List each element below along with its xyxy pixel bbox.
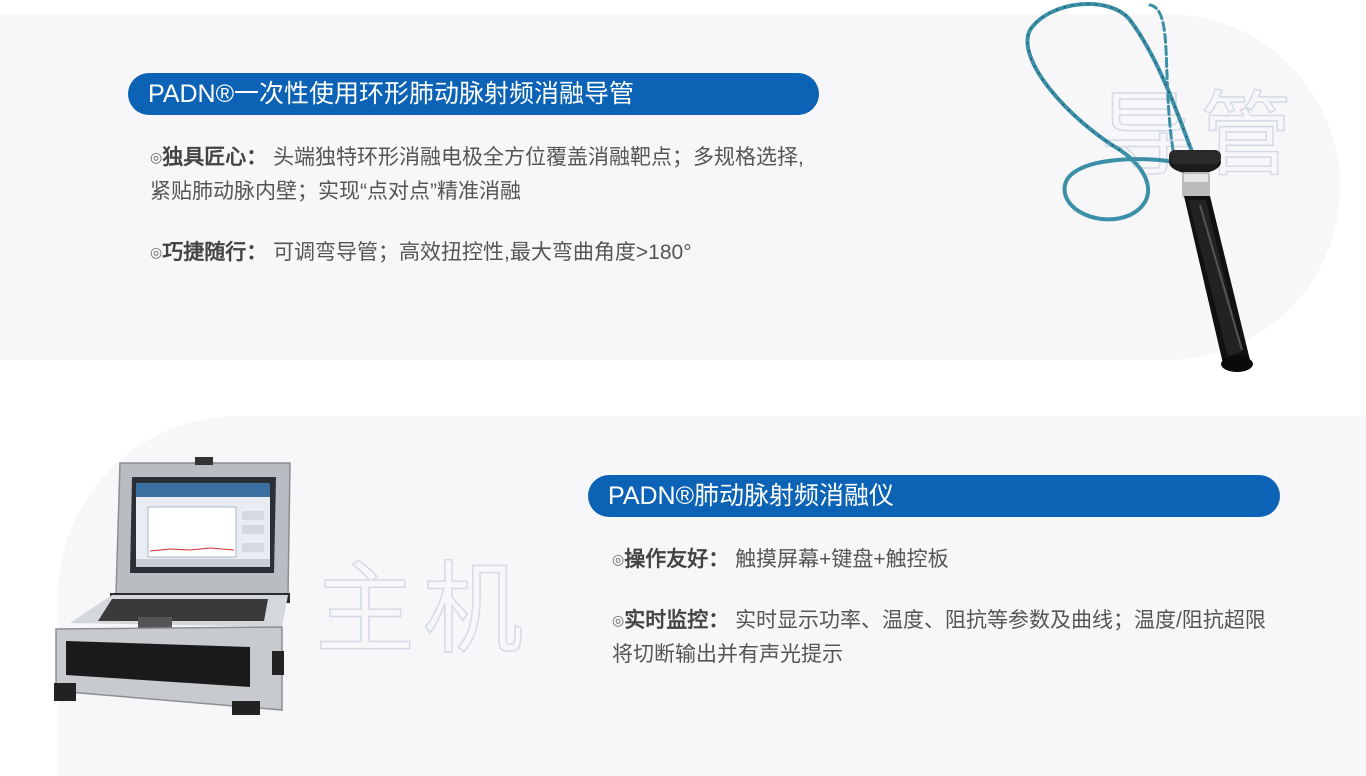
catheter-title-banner: PADN®一次性使用环形肺动脉射频消融导管 — [128, 73, 819, 115]
host-title-banner: PADN®肺动脉射频消融仪 — [588, 475, 1280, 517]
feature-name: 独具匠心： — [162, 146, 268, 169]
feature-name: 实时监控： — [624, 609, 730, 632]
host-watermark: 主机 — [314, 551, 531, 668]
bullet-icon: ◎ — [150, 149, 163, 165]
feature-description: 触摸屏幕+键盘+触控板 — [735, 548, 949, 571]
catheter-product-image — [1025, 2, 1253, 372]
bullet-icon: ◎ — [150, 244, 163, 260]
host-feature-2: ◎实时监控： 实时显示功率、温度、阻抗等参数及曲线；温度/阻抗超限将切断输出并有… — [612, 603, 1282, 672]
bullet-icon: ◎ — [612, 551, 625, 567]
catheter-feature-2: ◎巧捷随行： 可调弯导管；高效扭控性,最大弯曲角度>180° — [150, 235, 810, 270]
host-feature-1: ◎操作友好： 触摸屏幕+键盘+触控板 — [612, 542, 1282, 577]
feature-description: 可调弯导管；高效扭控性,最大弯曲角度>180° — [273, 241, 692, 264]
feature-name: 操作友好： — [624, 548, 730, 571]
bullet-icon: ◎ — [612, 612, 625, 628]
catheter-feature-1: ◎独具匠心： 头端独特环形消融电极全方位覆盖消融靶点；多规格选择,紧贴肺动脉内壁… — [150, 140, 810, 209]
feature-name: 巧捷随行： — [162, 241, 268, 264]
ablation-host-device-image — [54, 457, 291, 715]
